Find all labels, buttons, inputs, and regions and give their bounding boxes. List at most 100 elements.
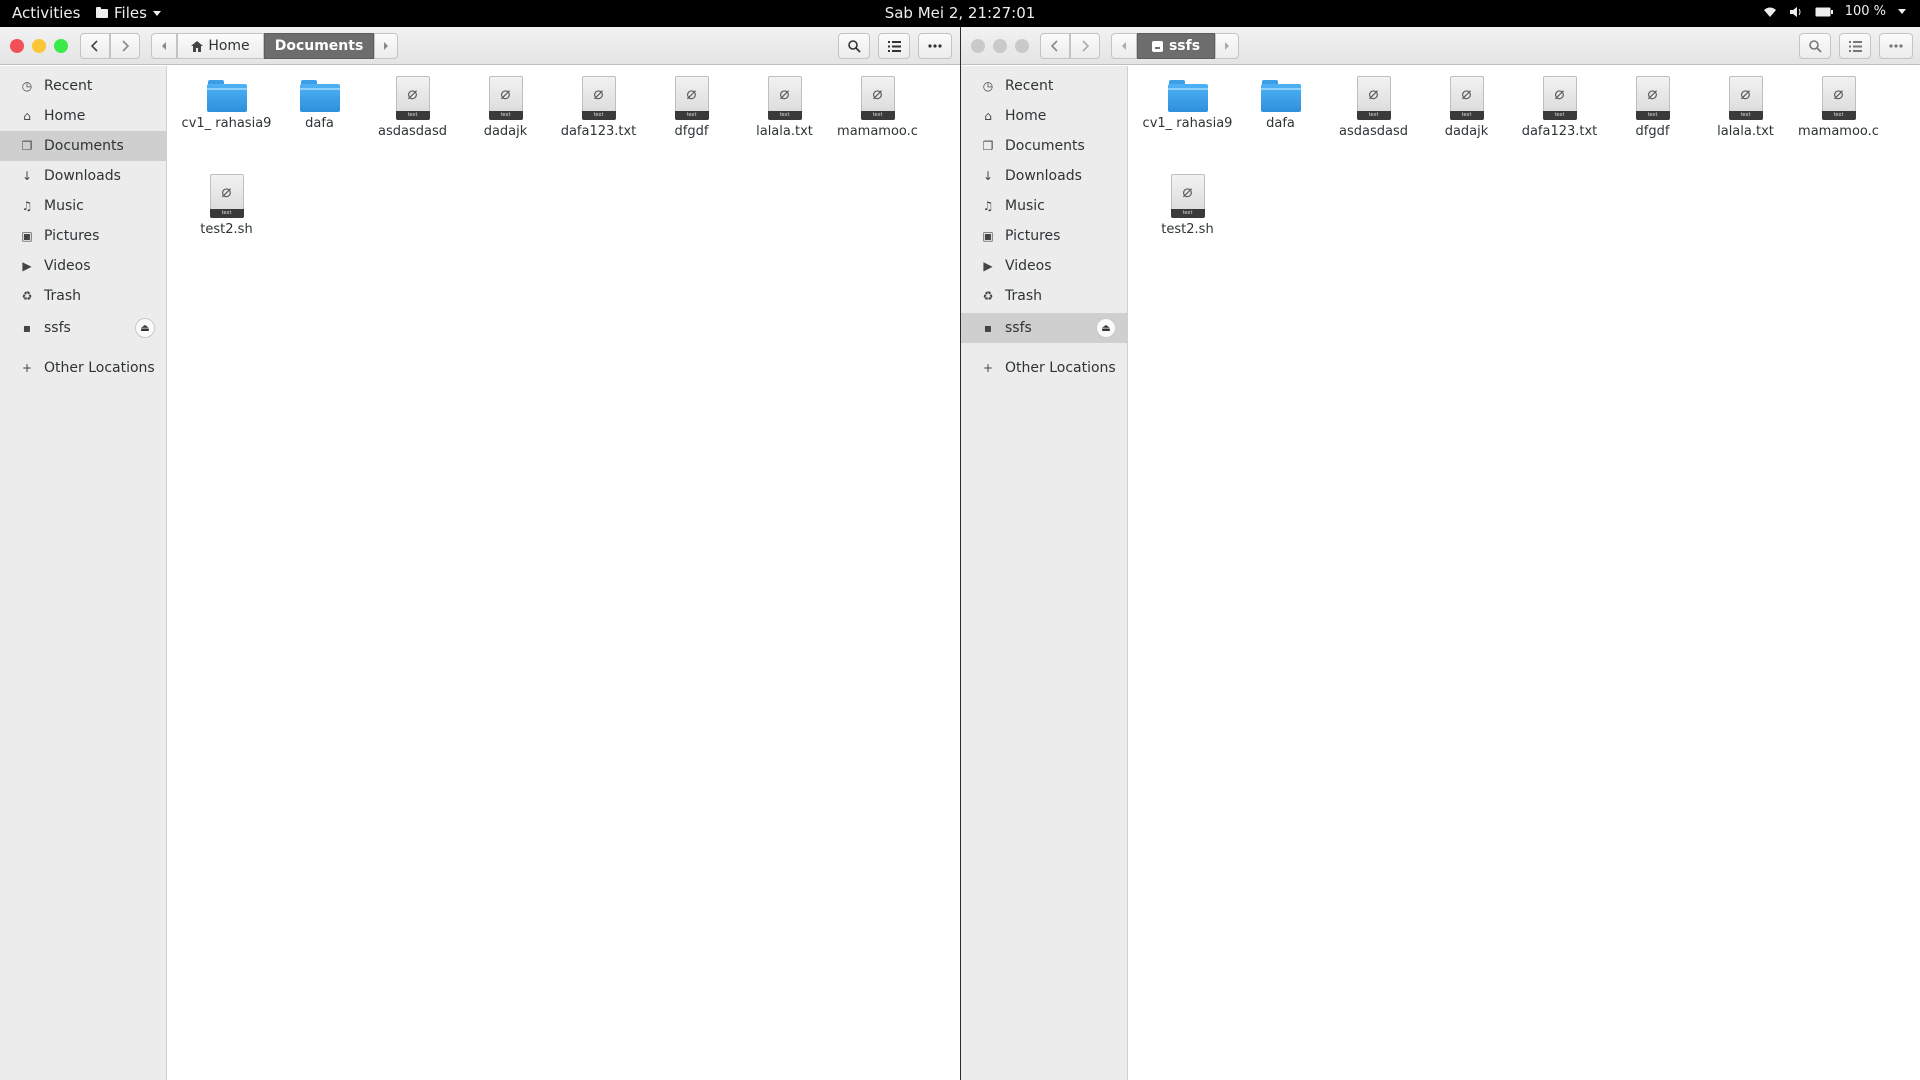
sidebar-item-videos[interactable]: ▶ Videos [961,251,1128,281]
file-item[interactable]: ⌀ text test2.sh [1141,174,1234,272]
sidebar-item-ssfs[interactable]: ▪ ssfs ⏏ [0,313,167,343]
home-icon [191,40,204,52]
sidebar-item-downloads[interactable]: ↓ Downloads [961,161,1128,191]
file-name: lalala.txt [1717,124,1774,139]
sidebar-item-home[interactable]: ⌂ Home [961,101,1128,131]
sidebar-item-trash[interactable]: ♻ Trash [961,281,1128,311]
file-item[interactable]: ⌀ text mamamoo.c [831,76,924,174]
sidebar-item-label: Documents [1005,138,1085,154]
file-item[interactable]: cv1_ rahasia9 [1141,76,1234,174]
forward-button[interactable] [110,33,140,59]
file-item[interactable]: ⌀ text dfgdf [1606,76,1699,174]
sidebar-item-downloads[interactable]: ↓ Downloads [0,161,167,191]
breadcrumb-label: ssfs [1168,38,1201,54]
file-item[interactable]: ⌀ text lalala.txt [738,76,831,174]
clock[interactable]: Sab Mei 2, 21:27:01 [885,4,1036,22]
file-name: mamamoo.c [837,124,918,139]
text-file-icon: ⌀ text [488,76,523,120]
search-button[interactable] [1799,33,1831,59]
file-item[interactable]: ⌀ text lalala.txt [1699,76,1792,174]
file-view[interactable]: cv1_ rahasia9 dafa ⌀ text asdasdasd ⌀ text d… [168,66,960,1080]
file-name: mamamoo.c [1798,124,1879,139]
file-item[interactable]: ⌀ text dadajk [1420,76,1513,174]
system-status-menu[interactable]: 100 % [1763,4,1906,19]
sidebar: ◷ Recent ⌂ Home ❐ Documents ↓ Downloads ♫ Mus… [961,66,1128,1080]
file-item[interactable]: ⌀ text dadajk [459,76,552,174]
eject-button[interactable]: ⏏ [135,318,155,338]
file-item[interactable]: cv1_ rahasia9 [180,76,273,174]
breadcrumb-ssfs[interactable]: ssfs [1137,33,1215,59]
drive-icon: ▪ [983,321,993,335]
menu-button[interactable] [918,33,952,59]
file-view[interactable]: cv1_ rahasia9 dafa ⌀ text asdasdasd ⌀ text d… [1129,66,1920,1080]
sidebar-item-documents[interactable]: ❐ Documents [0,131,167,161]
sidebar-item-other-locations[interactable]: + Other Locations [961,353,1128,383]
sidebar-item-pictures[interactable]: ▣ Pictures [961,221,1128,251]
maximize-button[interactable] [1015,39,1029,53]
header-bar: ssfs [961,27,1920,65]
breadcrumb-scroll-left[interactable] [1111,33,1137,59]
file-item[interactable]: ⌀ text asdasdasd [1327,76,1420,174]
folder-icon [299,80,340,112]
sidebar-item-recent[interactable]: ◷ Recent [961,71,1128,101]
sidebar-item-label: ssfs [1005,320,1032,336]
file-item[interactable]: ⌀ text asdasdasd [366,76,459,174]
breadcrumb-scroll-right[interactable] [374,33,398,59]
file-name: dadajk [483,124,528,139]
back-button[interactable] [80,33,110,59]
text-file-icon: ⌀ text [1449,76,1484,120]
sidebar-item-music[interactable]: ♫ Music [0,191,167,221]
breadcrumb-scroll-left[interactable] [151,33,177,59]
file-item[interactable]: ⌀ text dfgdf [645,76,738,174]
file-name: dafa123.txt [560,124,637,139]
menu-button[interactable] [1879,33,1913,59]
file-item[interactable]: ⌀ text dafa123.txt [552,76,645,174]
forward-button[interactable] [1070,33,1100,59]
sidebar-item-videos[interactable]: ▶ Videos [0,251,167,281]
file-name: dfgdf [674,124,709,139]
activities-button[interactable]: Activities [12,4,80,22]
minimize-button[interactable] [993,39,1007,53]
arrow-left-icon [1122,42,1126,50]
top-bar: Activities Files Sab Mei 2, 21:27:01 100… [0,0,1920,27]
sidebar-item-documents[interactable]: ❐ Documents [961,131,1128,161]
sidebar-item-pictures[interactable]: ▣ Pictures [0,221,167,251]
file-item[interactable]: dafa [273,76,366,174]
sidebar-item-ssfs[interactable]: ▪ ssfs ⏏ [961,313,1128,343]
text-file-icon: ⌀ text [1542,76,1577,120]
back-button[interactable] [1040,33,1070,59]
eject-button[interactable]: ⏏ [1096,318,1116,338]
file-item[interactable]: ⌀ text test2.sh [180,174,273,272]
breadcrumb-home[interactable]: Home [177,33,264,59]
arrow-right-icon [384,42,388,50]
close-button[interactable] [971,39,985,53]
sidebar-item-recent[interactable]: ◷ Recent [0,71,167,101]
search-icon [1808,39,1822,53]
view-toggle-button[interactable] [878,33,910,59]
app-menu[interactable]: Files [96,4,161,22]
breadcrumb-documents[interactable]: Documents [264,33,374,59]
file-item[interactable]: ⌀ text mamamoo.c [1792,76,1885,174]
file-item[interactable]: dafa [1234,76,1327,174]
files-window-ssfs: ssfs ◷ Recent ⌂ Home ❐ Documents ↓ Downloads… [961,27,1920,1080]
close-button[interactable] [10,39,24,53]
sidebar-item-music[interactable]: ♫ Music [961,191,1128,221]
sidebar-item-label: Videos [44,258,91,274]
sidebar-item-other-locations[interactable]: + Other Locations [0,353,167,383]
minimize-button[interactable] [32,39,46,53]
download-icon: ↓ [982,169,994,183]
sidebar-item-label: Documents [44,138,124,154]
sidebar-item-label: Downloads [1005,168,1082,184]
maximize-button[interactable] [54,39,68,53]
file-item[interactable]: ⌀ text dafa123.txt [1513,76,1606,174]
text-file-icon: ⌀ text [1356,76,1391,120]
sidebar-item-label: Home [1005,108,1047,124]
search-button[interactable] [838,33,870,59]
documents-icon: ❐ [982,139,994,153]
sidebar-item-home[interactable]: ⌂ Home [0,101,167,131]
drive-icon [1151,40,1163,52]
sidebar-item-trash[interactable]: ♻ Trash [0,281,167,311]
breadcrumb-scroll-right[interactable] [1215,33,1239,59]
clock-icon: ◷ [21,79,33,93]
view-toggle-button[interactable] [1839,33,1871,59]
